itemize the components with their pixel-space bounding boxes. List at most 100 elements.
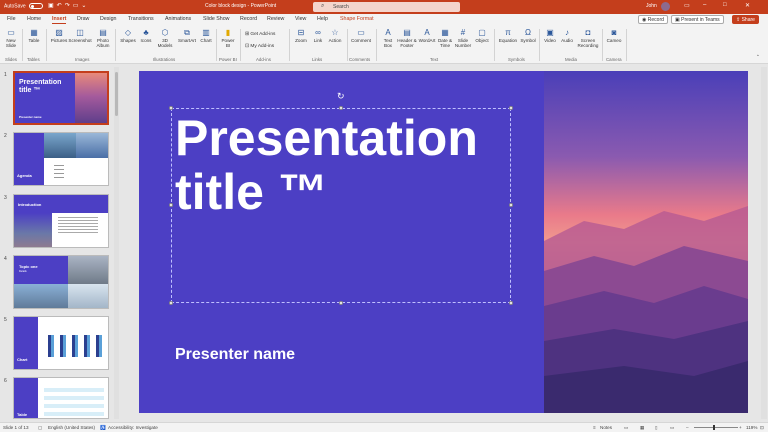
- slide-number-button[interactable]: # Slide Number: [454, 28, 472, 48]
- save-icon[interactable]: ▣: [48, 3, 57, 9]
- slide-sorter-icon[interactable]: ▦: [640, 425, 644, 431]
- icons-button[interactable]: ♣ Icons: [138, 28, 154, 43]
- spelling-icon[interactable]: ▢: [38, 425, 42, 431]
- chart-button[interactable]: ▥ Chart: [199, 28, 213, 43]
- photo-album-button[interactable]: ▤ Photo Album: [94, 28, 112, 48]
- thumbnail-slide-1[interactable]: Presentation title ™ Presenter name: [13, 71, 109, 125]
- wordart-button[interactable]: A WordArt: [418, 28, 436, 43]
- tab-home[interactable]: Home: [27, 16, 41, 22]
- maximize-icon[interactable]: □: [723, 2, 727, 8]
- table-button[interactable]: ▦ Table: [26, 28, 42, 43]
- accessibility-icon[interactable]: ♿: [100, 425, 106, 431]
- zoom-slider[interactable]: [694, 427, 738, 428]
- record-label: Record: [647, 17, 664, 23]
- tab-review[interactable]: Review: [267, 16, 284, 22]
- present-in-teams-button[interactable]: ▣ Present in Teams: [671, 15, 724, 24]
- more-icon[interactable]: ⌄: [81, 3, 89, 9]
- rotate-handle-icon[interactable]: ↻: [337, 91, 345, 102]
- notes-icon[interactable]: ≡: [593, 425, 596, 430]
- resize-handle[interactable]: [169, 301, 173, 305]
- search-box[interactable]: ⌕ Search: [313, 2, 460, 12]
- tab-slide-show[interactable]: Slide Show: [203, 16, 230, 22]
- date-time-button[interactable]: ▦ Date & Time: [437, 28, 453, 48]
- tab-design[interactable]: Design: [100, 16, 117, 22]
- close-icon[interactable]: ✕: [745, 2, 750, 9]
- screenshot-button[interactable]: ◫ Screenshot: [68, 28, 92, 43]
- record-button[interactable]: ◉ Record: [638, 15, 668, 24]
- cameo-button[interactable]: ◙ Cameo: [605, 28, 623, 43]
- new-slide-icon: ▭: [7, 28, 15, 37]
- redo-icon[interactable]: ↷: [65, 3, 73, 9]
- zoom-button[interactable]: ⊟ Zoom: [293, 28, 309, 43]
- zoom-slider-thumb[interactable]: [713, 425, 715, 430]
- 3d-models-button[interactable]: ⬡ 3D Models: [155, 28, 175, 48]
- fit-slide-icon[interactable]: ⊡: [760, 425, 764, 431]
- video-button[interactable]: ▣ Video: [542, 28, 558, 43]
- scrollbar-thumb[interactable]: [115, 72, 118, 116]
- smartart-button[interactable]: ⧉ SmartArt: [176, 28, 198, 43]
- ribbon-display-icon[interactable]: ▭: [684, 2, 690, 9]
- slide-photo[interactable]: [544, 71, 748, 413]
- header-footer-button[interactable]: ▤ Header & Footer: [397, 28, 417, 48]
- language-status[interactable]: English (United States): [48, 425, 95, 430]
- notes-button[interactable]: Notes: [600, 425, 612, 430]
- resize-handle[interactable]: [169, 203, 173, 207]
- zoom-in-icon[interactable]: +: [739, 425, 742, 430]
- pictures-button[interactable]: ▨ Pictures: [50, 28, 68, 43]
- normal-view-icon[interactable]: ▭: [624, 425, 628, 431]
- canvas-scrollbar[interactable]: [761, 67, 767, 419]
- autosave-toggle[interactable]: [29, 3, 44, 9]
- audio-button[interactable]: ♪ Audio: [559, 28, 575, 43]
- thumbnail-slide-5[interactable]: Chart: [13, 316, 109, 370]
- resize-handle[interactable]: [509, 106, 513, 110]
- tab-shape-format[interactable]: Shape Format: [340, 16, 374, 22]
- autosave[interactable]: AutoSave: [4, 3, 44, 9]
- undo-icon[interactable]: ↶: [57, 3, 65, 9]
- reading-view-icon[interactable]: ▯: [655, 425, 658, 431]
- thumbnail-slide-3[interactable]: Introduction: [13, 194, 109, 248]
- thumbnail-number: 6: [4, 378, 7, 384]
- resize-handle[interactable]: [509, 301, 513, 305]
- current-slide[interactable]: ↻ Presentation title ™ Presenter name: [139, 71, 748, 413]
- object-button[interactable]: ▢ Object: [473, 28, 491, 43]
- presenter-name[interactable]: Presenter name: [175, 346, 295, 364]
- tab-transitions[interactable]: Transitions: [128, 16, 154, 22]
- tab-file[interactable]: File: [7, 16, 16, 22]
- get-add-ins-button[interactable]: ⊞ Get Add-ins: [245, 32, 275, 37]
- power-bi-button[interactable]: ▮ Power BI: [219, 28, 237, 48]
- new-slide-button[interactable]: ▭ New Slide: [3, 28, 19, 48]
- accessibility-status[interactable]: Accessibility: Investigate: [108, 425, 158, 430]
- comment-button[interactable]: ▭ Comment: [349, 28, 373, 43]
- my-add-ins-button[interactable]: ⊡ My Add-ins: [245, 44, 274, 49]
- tab-record[interactable]: Record: [240, 16, 257, 22]
- action-button[interactable]: ☆ Action: [326, 28, 344, 43]
- symbol-button[interactable]: Ω Symbol: [519, 28, 537, 43]
- zoom-level[interactable]: 119%: [746, 425, 757, 430]
- equation-button[interactable]: π Equation: [497, 28, 519, 43]
- zoom-out-icon[interactable]: –: [686, 425, 689, 430]
- collapse-ribbon-icon[interactable]: ⌃: [756, 54, 760, 59]
- screen-recording-button[interactable]: ◘ Screen Recording: [576, 28, 600, 48]
- slide-title[interactable]: Presentation title ™: [175, 111, 515, 219]
- comment-icon: ▭: [357, 28, 365, 37]
- tab-view[interactable]: View: [295, 16, 306, 22]
- thumbnail-slide-6[interactable]: Table: [13, 377, 109, 419]
- minimize-icon[interactable]: –: [703, 2, 706, 8]
- thumbnail-slide-4[interactable]: Topic one Details: [13, 255, 109, 309]
- link-button[interactable]: ∞ Link: [311, 28, 325, 43]
- tab-insert[interactable]: Insert: [52, 16, 67, 24]
- tab-animations[interactable]: Animations: [165, 16, 191, 22]
- share-button[interactable]: ⇪ Share: [732, 15, 759, 24]
- thumbnail-scrollbar[interactable]: [114, 67, 119, 419]
- text-box-button[interactable]: A Text Box: [380, 28, 396, 48]
- avatar[interactable]: [661, 2, 670, 11]
- thumbnail-slide-2[interactable]: Agenda: [13, 132, 109, 186]
- shapes-button[interactable]: ◇ Shapes: [119, 28, 137, 43]
- slideshow-icon[interactable]: ▭: [670, 425, 674, 431]
- tab-draw[interactable]: Draw: [77, 16, 89, 22]
- user-name[interactable]: John: [646, 3, 657, 9]
- resize-handle[interactable]: [339, 301, 343, 305]
- tab-help[interactable]: Help: [317, 16, 328, 22]
- resize-handle[interactable]: [169, 106, 173, 110]
- thumbnail-number: 5: [4, 317, 7, 323]
